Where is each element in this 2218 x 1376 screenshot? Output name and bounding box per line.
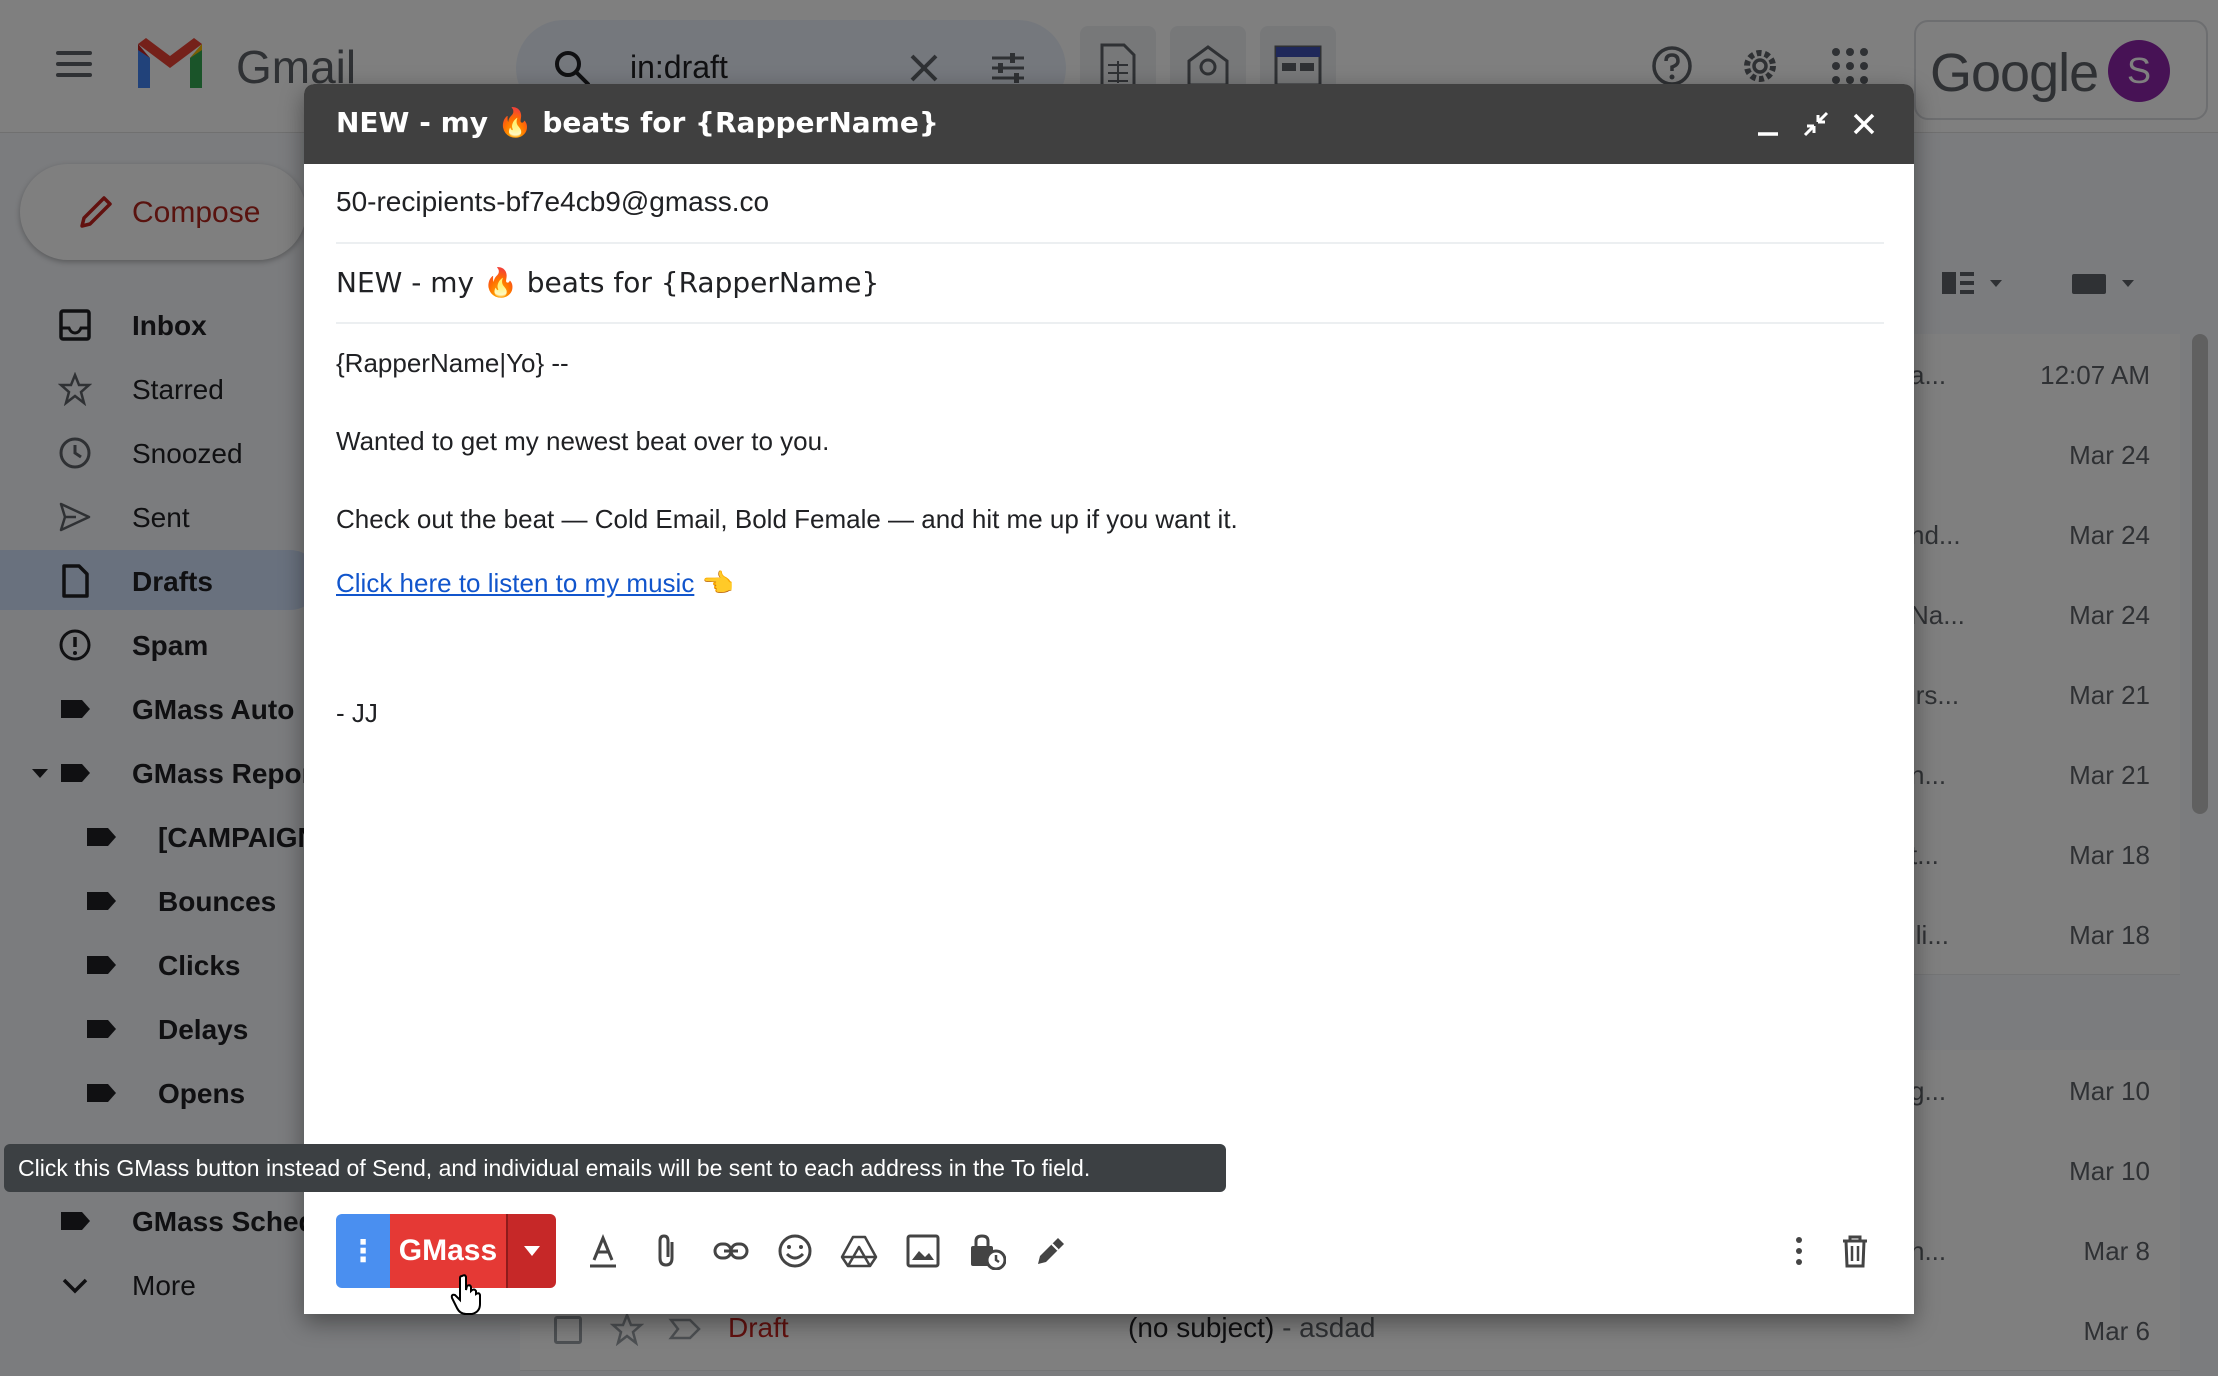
body-link-line: Click here to listen to my music 👈 — [336, 568, 734, 599]
compose-window: NEW - my 🔥 beats for {RapperName} 50-rec… — [304, 84, 1914, 1314]
emoji-icon[interactable] — [776, 1232, 814, 1270]
to-recipient[interactable]: 50-recipients-bf7e4cb9@gmass.co — [336, 186, 769, 218]
google-drive-icon[interactable] — [840, 1232, 878, 1270]
gmail-app: Gmail — [0, 0, 2218, 1376]
listen-music-link[interactable]: Click here to listen to my music — [336, 568, 694, 598]
gmass-dropdown-button[interactable] — [506, 1214, 556, 1288]
close-icon[interactable] — [1846, 106, 1882, 142]
body-greeting: {RapperName|Yo} -- — [336, 348, 569, 378]
caret-down-icon — [524, 1246, 540, 1256]
compose-toolbar: ⋮ GMass — [336, 1214, 1884, 1288]
to-field[interactable]: 50-recipients-bf7e4cb9@gmass.co — [336, 164, 1884, 244]
link-icon[interactable] — [712, 1232, 750, 1270]
hand-cursor-icon — [450, 1274, 481, 1315]
compose-title-bar[interactable]: NEW - my 🔥 beats for {RapperName} — [304, 84, 1914, 164]
insert-photo-icon[interactable] — [904, 1232, 942, 1270]
gmass-send-button[interactable]: GMass — [390, 1214, 506, 1288]
body-signature: - JJ — [336, 698, 378, 728]
body-line-2: Check out the beat — Cold Email, Bold Fe… — [336, 504, 1238, 534]
more-options-icon[interactable] — [1780, 1232, 1818, 1270]
text-format-icon[interactable] — [584, 1232, 622, 1270]
subject-field[interactable]: NEW - my 🔥 beats for {RapperName} — [336, 244, 1884, 324]
body-line-1: Wanted to get my newest beat over to you… — [336, 426, 830, 456]
trash-icon[interactable] — [1836, 1232, 1874, 1270]
subject-value[interactable]: NEW - my 🔥 beats for {RapperName} — [336, 266, 879, 299]
compose-title: NEW - my 🔥 beats for {RapperName} — [336, 106, 939, 139]
confidential-mode-icon[interactable] — [968, 1232, 1006, 1270]
exit-fullscreen-icon[interactable] — [1798, 106, 1834, 142]
gmass-tooltip: Click this GMass button instead of Send,… — [4, 1144, 1226, 1192]
pointing-emoji: 👈 — [701, 569, 734, 599]
minimize-icon[interactable] — [1750, 106, 1786, 142]
gmass-settings-button[interactable]: ⋮ — [336, 1214, 390, 1288]
signature-pen-icon[interactable] — [1032, 1232, 1070, 1270]
paperclip-icon[interactable] — [648, 1232, 686, 1270]
